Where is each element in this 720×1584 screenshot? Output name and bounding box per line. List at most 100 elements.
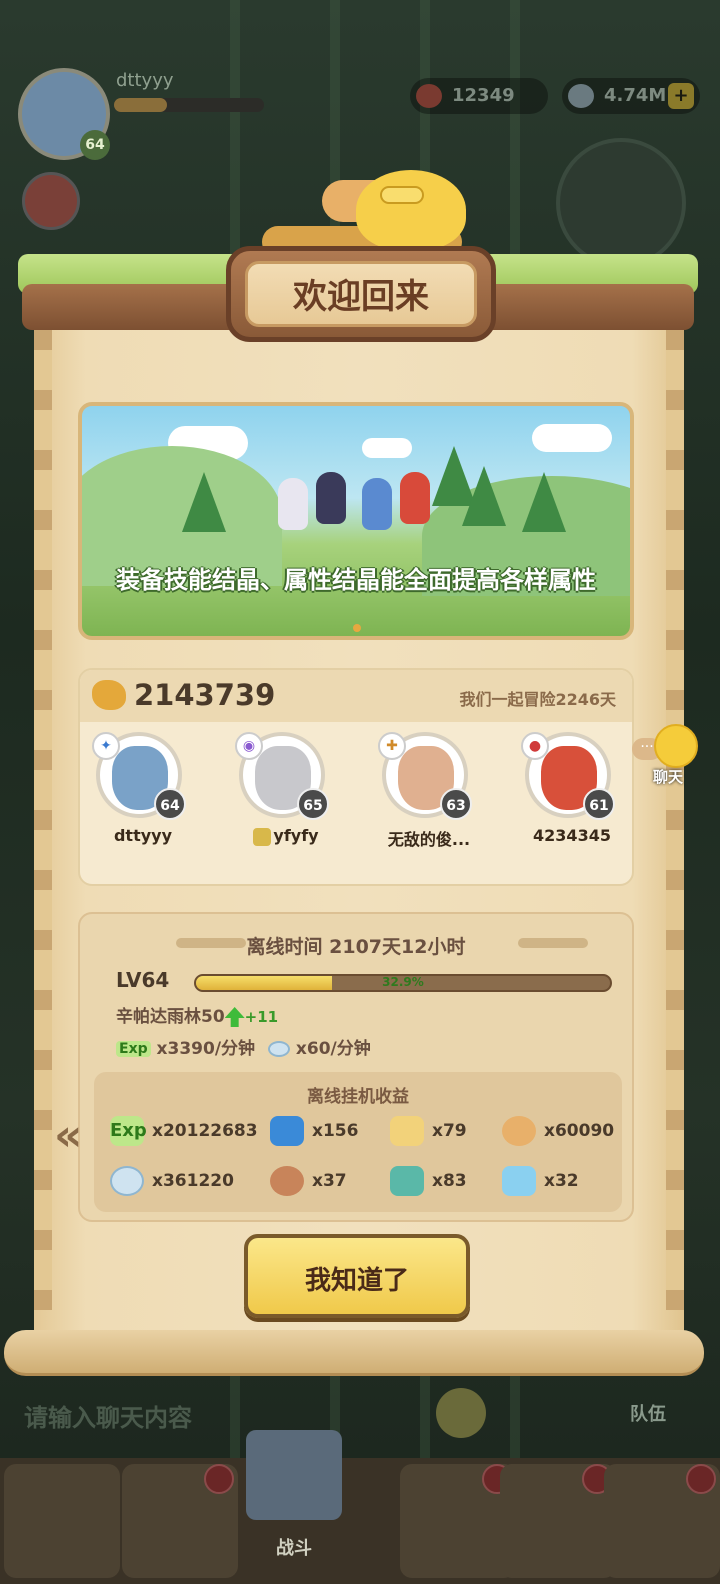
reward-value: x79 bbox=[432, 1121, 467, 1141]
notification-dot bbox=[204, 1464, 234, 1494]
chat-label: 聊天 bbox=[652, 768, 683, 786]
member-name: dttyyy bbox=[113, 826, 173, 845]
fire-stone-icon bbox=[390, 1116, 424, 1146]
reward-value: x156 bbox=[312, 1121, 359, 1141]
acknowledge-button[interactable]: 我知道了 bbox=[244, 1234, 470, 1318]
reward-value: x32 bbox=[544, 1171, 579, 1191]
team-power: 2143739 bbox=[134, 678, 276, 712]
member-name: 4234345 bbox=[533, 826, 611, 845]
fighter-class-icon: ● bbox=[521, 732, 549, 760]
reward-value: x37 bbox=[312, 1171, 347, 1191]
exp-icon: Exp bbox=[116, 1041, 151, 1057]
reward-value: x20122683 bbox=[152, 1121, 258, 1141]
exp-icon: Exp bbox=[110, 1116, 147, 1146]
team-header: 2143739 我们一起冒险2246天 bbox=[80, 670, 632, 722]
currency-2-counter: 4.74M + bbox=[562, 78, 700, 114]
bird-eye bbox=[380, 186, 424, 204]
tree bbox=[182, 472, 226, 532]
add-currency-button[interactable]: + bbox=[668, 83, 694, 109]
nav-item-guild[interactable] bbox=[604, 1464, 720, 1578]
currency-1-value: 12349 bbox=[452, 85, 515, 106]
offline-panel: 离线时间 2107天12小时 LV64 32.9% 辛帕达雨林50 +11 Exp… bbox=[78, 912, 634, 1222]
nav-battle-label: 战斗 bbox=[276, 1538, 312, 1559]
exp-rate: Exp x3390/分钟 bbox=[116, 1034, 255, 1059]
level-progress-bar: 32.9% bbox=[194, 974, 612, 992]
crystal-shard-icon bbox=[390, 1166, 424, 1196]
member-level: 63 bbox=[440, 788, 472, 820]
hero-sprite bbox=[362, 478, 392, 530]
scroll-border-right bbox=[666, 330, 684, 1310]
ice-crystal-icon bbox=[502, 1166, 536, 1196]
muscle-icon bbox=[92, 680, 126, 710]
team-panel: 2143739 我们一起冒险2246天 ✦ 64 dttyyy ◉ 65 yfy… bbox=[78, 668, 634, 886]
gem-icon bbox=[110, 1166, 144, 1196]
player-xp-bar bbox=[114, 98, 264, 112]
member-name: 无敌的俊... bbox=[387, 830, 471, 849]
bird-mascot-icon bbox=[356, 170, 466, 250]
player-name: dttyyy bbox=[116, 70, 174, 91]
nav-item-team[interactable] bbox=[122, 1464, 238, 1578]
meat-icon bbox=[270, 1166, 304, 1196]
cloud bbox=[532, 424, 612, 452]
rewards-title: 离线挂机收益 bbox=[307, 1087, 409, 1107]
scroll-roll-bottom bbox=[4, 1330, 704, 1376]
arrow-up-icon bbox=[224, 1007, 245, 1027]
stage-info: 辛帕达雨林50 +11 bbox=[116, 1002, 278, 1027]
offline-time: 离线时间 2107天12小时 bbox=[246, 936, 466, 958]
guild-shield-icon bbox=[253, 827, 272, 846]
level-progress-text: 32.9% bbox=[382, 975, 424, 989]
currency-2-value: 4.74M bbox=[604, 85, 667, 106]
carousel-dot[interactable] bbox=[353, 624, 361, 632]
medal-icon bbox=[502, 1116, 536, 1146]
reward-value: x60090 bbox=[544, 1121, 615, 1141]
nav-item-companions[interactable] bbox=[500, 1464, 616, 1578]
chat-input[interactable]: 请输入聊天内容 bbox=[24, 1398, 192, 1433]
hero-sprite bbox=[278, 478, 308, 530]
gem-icon bbox=[568, 84, 594, 108]
hero-sprite bbox=[400, 472, 430, 524]
tree bbox=[462, 466, 506, 526]
reward-value: x83 bbox=[432, 1171, 467, 1191]
mage-class-icon: ✦ bbox=[92, 732, 120, 760]
bottom-nav bbox=[0, 1458, 720, 1584]
warrior-class-icon: ✚ bbox=[378, 732, 406, 760]
notification-dot bbox=[686, 1464, 716, 1494]
team-member[interactable]: ✦ 64 dttyyy bbox=[80, 732, 190, 872]
emoji-button[interactable] bbox=[436, 1388, 486, 1438]
team-label[interactable]: 队伍 bbox=[630, 1400, 666, 1426]
member-level: 64 bbox=[154, 788, 186, 820]
chat-shortcut[interactable]: ··· 聊天 bbox=[632, 724, 704, 790]
stage-name: 辛帕达雨林50 bbox=[116, 1007, 225, 1027]
gem-rate-value: x60/分钟 bbox=[295, 1039, 371, 1059]
level-label: LV64 bbox=[116, 968, 170, 992]
team-member[interactable]: ◉ 65 yfyfy bbox=[223, 732, 333, 872]
member-level: 65 bbox=[297, 788, 329, 820]
team-member[interactable]: ✚ 63 无敌的俊... bbox=[366, 732, 476, 872]
team-member[interactable]: ● 61 4234345 bbox=[509, 732, 619, 872]
nav-item-pets[interactable] bbox=[400, 1464, 516, 1578]
currency-1-counter: 12349 bbox=[410, 78, 548, 114]
starfish-icon bbox=[416, 84, 442, 108]
nav-item-heroes[interactable] bbox=[4, 1464, 120, 1578]
smiley-icon bbox=[654, 724, 698, 768]
tip-banner[interactable]: 装备技能结晶、属性结晶能全面提高各样属性 bbox=[78, 402, 634, 640]
scroll-border-left bbox=[34, 330, 52, 1310]
cloud bbox=[362, 438, 412, 458]
player-level-badge: 64 bbox=[80, 130, 110, 160]
gem-icon bbox=[268, 1041, 290, 1057]
side-avatar[interactable] bbox=[22, 172, 80, 230]
member-level: 61 bbox=[583, 788, 615, 820]
title-plaque: 欢迎回来 bbox=[226, 246, 496, 342]
acknowledge-button-label: 我知道了 bbox=[304, 1266, 409, 1296]
member-name: yfyfy bbox=[223, 826, 349, 846]
stage-bonus: +11 bbox=[244, 1008, 279, 1026]
battle-sword-icon[interactable] bbox=[246, 1430, 342, 1520]
adventure-days: 我们一起冒险2246天 bbox=[459, 690, 616, 709]
gem-rate: x60/分钟 bbox=[268, 1034, 371, 1059]
tree bbox=[522, 472, 566, 532]
chevron-left-icon[interactable]: « bbox=[54, 1110, 82, 1161]
hero-sprite bbox=[316, 472, 346, 524]
banner-tip-text: 装备技能结晶、属性结晶能全面提高各样属性 bbox=[116, 566, 596, 594]
reward-value: x361220 bbox=[152, 1171, 234, 1191]
exp-rate-value: x3390/分钟 bbox=[156, 1039, 256, 1059]
